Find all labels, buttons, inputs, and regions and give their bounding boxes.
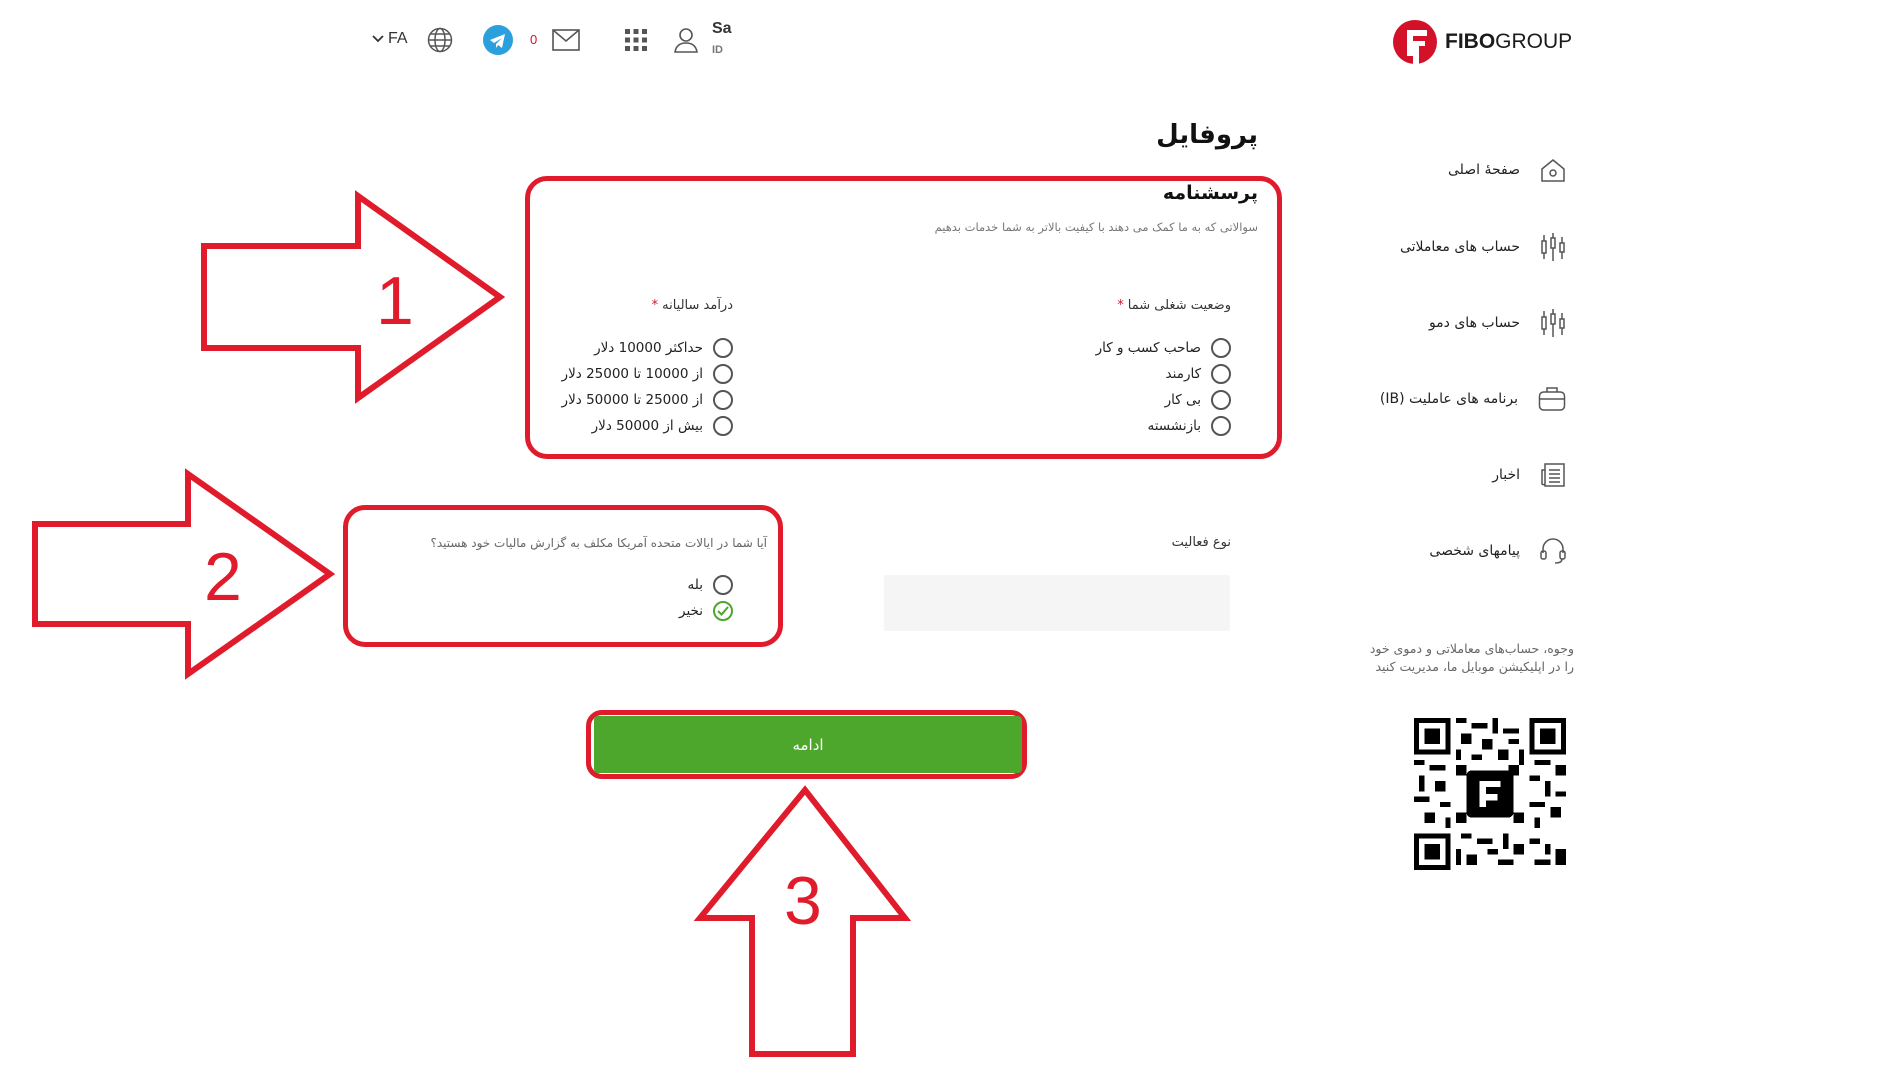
annotation-arrow-2 — [32, 468, 336, 680]
annotation-arrow-1 — [201, 190, 506, 404]
annotation-number-1: 1 — [376, 263, 414, 339]
annotation-number-3: 3 — [784, 863, 822, 939]
annotation-arrows — [32, 190, 912, 1057]
annotation-number-2: 2 — [204, 539, 242, 615]
